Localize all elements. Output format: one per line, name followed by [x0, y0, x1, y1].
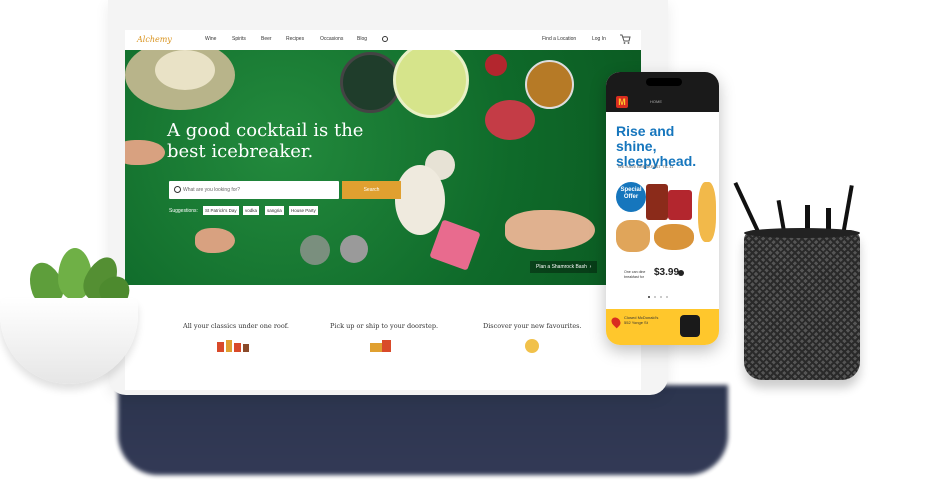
store-info: Closed McDonald's 552 Yonge St — [624, 315, 658, 325]
phone-app-body: Rise and shine, sleepyhead. WE HAVE BREA… — [606, 112, 719, 307]
hero-headline: A good cocktail is the best icebreaker. — [167, 120, 364, 162]
carousel-dot[interactable] — [660, 296, 662, 298]
laptop-shadow — [118, 385, 728, 475]
nav-item-recipes[interactable]: Recipes — [286, 36, 304, 42]
hand-image — [505, 210, 595, 250]
special-offer-badge[interactable]: Special Offer — [616, 182, 646, 212]
nav-item-wine[interactable]: Wine — [205, 36, 216, 42]
phone-headline: Rise and shine, sleepyhead. — [616, 123, 697, 169]
feature-classics: All your classics under one roof. — [183, 322, 289, 330]
top-navigation: Alchemy Wine Spirits Beer Recipes Occasi… — [125, 30, 641, 51]
phone-notch — [646, 78, 682, 86]
chip-decoration — [340, 235, 368, 263]
login-link[interactable]: Log In — [592, 36, 606, 42]
bottles-icon — [217, 340, 249, 352]
site-logo[interactable]: Alchemy — [137, 35, 172, 44]
shamrock-bash-cta[interactable]: Plan a Shamrock Bash › — [530, 261, 598, 273]
find-location-link[interactable]: Find a Location — [542, 36, 576, 42]
suggestion-chip[interactable]: vodka — [243, 206, 260, 215]
cocktail-glass-image — [393, 50, 469, 118]
napkin-decoration — [429, 219, 481, 271]
chevron-right-icon: › — [588, 264, 592, 270]
feature-discover: Discover your new favourites. — [483, 322, 582, 330]
pencil-cup — [744, 230, 860, 380]
whisky-glass-image — [525, 60, 574, 109]
mccafe-cup-image — [668, 190, 692, 220]
website-screen: Alchemy Wine Spirits Beer Recipes Occasi… — [125, 30, 641, 390]
phone-app-header: M HOME — [606, 72, 719, 112]
suggestion-chip[interactable]: St Patrick's Day — [203, 206, 239, 215]
store-address: 552 Yonge St — [624, 320, 648, 325]
shipping-box-icon — [370, 340, 391, 352]
phone-subheadline: WE HAVE BREAKFAST 'TIL 11 — [618, 164, 674, 169]
pretzel-decoration — [155, 50, 215, 90]
carousel-dot[interactable] — [654, 296, 656, 298]
lightbulb-icon — [525, 339, 539, 353]
pearl-necklace-decoration — [395, 165, 445, 235]
hashbrown-image — [654, 224, 694, 250]
location-pin-icon — [609, 315, 623, 329]
carousel-dot[interactable] — [666, 296, 668, 298]
price-description: One can dine breakfast for — [624, 270, 646, 279]
cart-icon[interactable] — [619, 34, 631, 44]
hand-image — [125, 140, 165, 165]
pencil-cup-rim — [744, 228, 860, 238]
nav-item-beer[interactable]: Beer — [261, 36, 272, 42]
phone-mockup: M HOME Rise and shine, sleepyhead. WE HA… — [606, 72, 719, 345]
nav-item-spirits[interactable]: Spirits — [232, 36, 246, 42]
search-input[interactable]: What are you looking for? — [169, 181, 339, 199]
coaster-decoration — [340, 52, 401, 113]
carousel-dots[interactable] — [648, 296, 676, 299]
coffee-cup-image — [646, 184, 668, 220]
cup-decoration — [485, 54, 507, 76]
suggestions-label: Suggestions: — [169, 208, 198, 214]
price-value: $3.99 — [654, 267, 680, 278]
phone-home-label: HOME — [650, 99, 662, 104]
store-hours-icon[interactable] — [680, 315, 700, 337]
food-image — [698, 182, 716, 242]
mcdonalds-logo-icon: M — [616, 96, 628, 108]
toothpick-jar-decoration — [485, 100, 535, 140]
nav-item-occasions[interactable]: Occasions — [320, 36, 343, 42]
search-placeholder: What are you looking for? — [183, 187, 240, 193]
nav-item-blog[interactable]: Blog — [357, 36, 367, 42]
feature-shipping: Pick up or ship to your doorstep. — [330, 322, 439, 330]
suggestion-chip[interactable]: House Party — [289, 206, 318, 215]
hand-image — [195, 228, 235, 253]
search-button[interactable]: Search — [342, 181, 401, 199]
search-icon — [174, 186, 181, 193]
search-icon[interactable] — [382, 36, 388, 42]
chevron-right-icon[interactable] — [678, 270, 684, 276]
store-location-bar[interactable]: Closed McDonald's 552 Yonge St — [606, 309, 719, 345]
chip-decoration — [300, 235, 330, 265]
hero-banner: A good cocktail is the best icebreaker. … — [125, 50, 641, 285]
suggestion-chip[interactable]: sangria — [265, 206, 284, 215]
cta-label: Plan a Shamrock Bash — [536, 264, 587, 270]
mcmuffin-image — [616, 220, 650, 252]
carousel-dot[interactable] — [648, 296, 650, 298]
